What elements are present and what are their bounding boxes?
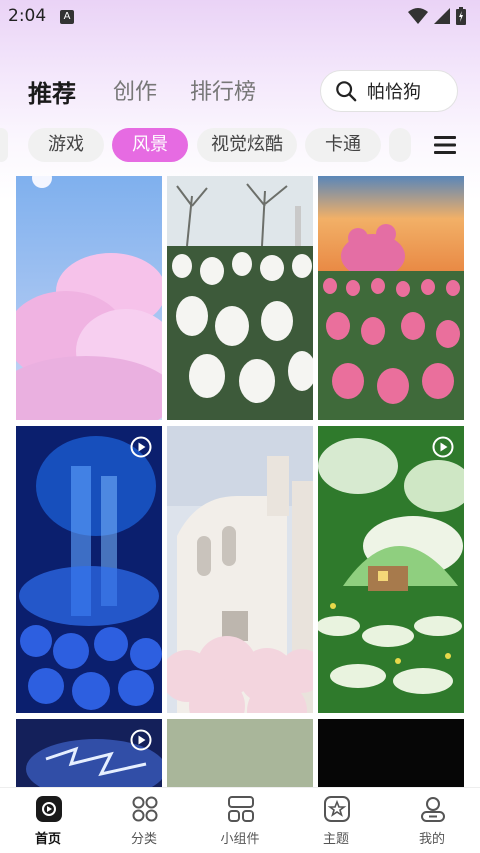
chip-partial-left [0,128,8,162]
video-play-icon [130,436,152,458]
wallpaper-image [167,426,313,713]
wallpaper-card-green-forest[interactable] [318,426,464,713]
wifi-icon [408,8,428,24]
battery-icon [456,7,466,25]
wallpaper-image [167,176,313,420]
bottom-nav: 首页 分类 小组件 主题 我的 [0,787,480,853]
signal-icon [434,8,450,24]
wallpaper-card-blue-waterfall[interactable] [16,426,162,713]
wallpaper-card-sage[interactable] [167,719,313,788]
nav-widget[interactable]: 小组件 [192,788,288,853]
wallpaper-image [318,426,464,713]
menu-icon[interactable] [434,135,456,155]
wallpaper-image [16,426,162,713]
widget-icon [228,796,254,822]
notification-indicator: A [60,10,74,24]
wallpaper-card-black[interactable] [318,719,464,788]
tab-ranking[interactable]: 排行榜 [190,74,256,106]
header: 推荐 创作 排行榜 帕恰狗 [0,64,480,114]
wallpaper-image [16,176,162,420]
chip-partial-right [389,128,411,162]
category-bar: 游戏 风景 视觉炫酷 卡通 [0,126,480,166]
theme-icon [324,796,350,822]
wallpaper-card-white-building[interactable] [167,426,313,713]
nav-label: 主题 [322,832,349,847]
chip-games[interactable]: 游戏 [28,128,104,162]
nav-label: 首页 [34,832,61,847]
wallpaper-card-pink-tulips[interactable] [318,176,464,420]
chip-visual-cool[interactable]: 视觉炫酷 [197,128,297,162]
category-icon [132,796,158,822]
search-bar[interactable]: 帕恰狗 [320,70,458,112]
nav-label: 我的 [418,832,445,847]
home-icon [36,796,62,822]
nav-category[interactable]: 分类 [96,788,192,853]
chip-scenery[interactable]: 风景 [112,128,188,162]
tab-create[interactable]: 创作 [113,74,157,106]
wallpaper-grid [0,176,480,788]
nav-label: 小组件 [220,832,260,847]
search-query: 帕恰狗 [367,82,421,103]
wallpaper-card-white-tulips[interactable] [167,176,313,420]
chip-cartoon[interactable]: 卡通 [305,128,381,162]
status-time: 2:04 [8,6,47,26]
status-icons [408,7,466,25]
video-play-icon [130,729,152,751]
nav-home[interactable]: 首页 [0,788,96,853]
wallpaper-card-blue-lightning[interactable] [16,719,162,788]
video-play-icon [432,436,454,458]
wallpaper-card-clouds[interactable] [16,176,162,420]
nav-theme[interactable]: 主题 [288,788,384,853]
search-icon [336,81,357,102]
tab-recommend[interactable]: 推荐 [28,74,76,109]
profile-icon [421,797,445,822]
nav-profile[interactable]: 我的 [384,788,480,853]
wallpaper-image [318,176,464,420]
nav-label: 分类 [130,832,157,847]
status-bar: 2:04 A [0,0,480,34]
